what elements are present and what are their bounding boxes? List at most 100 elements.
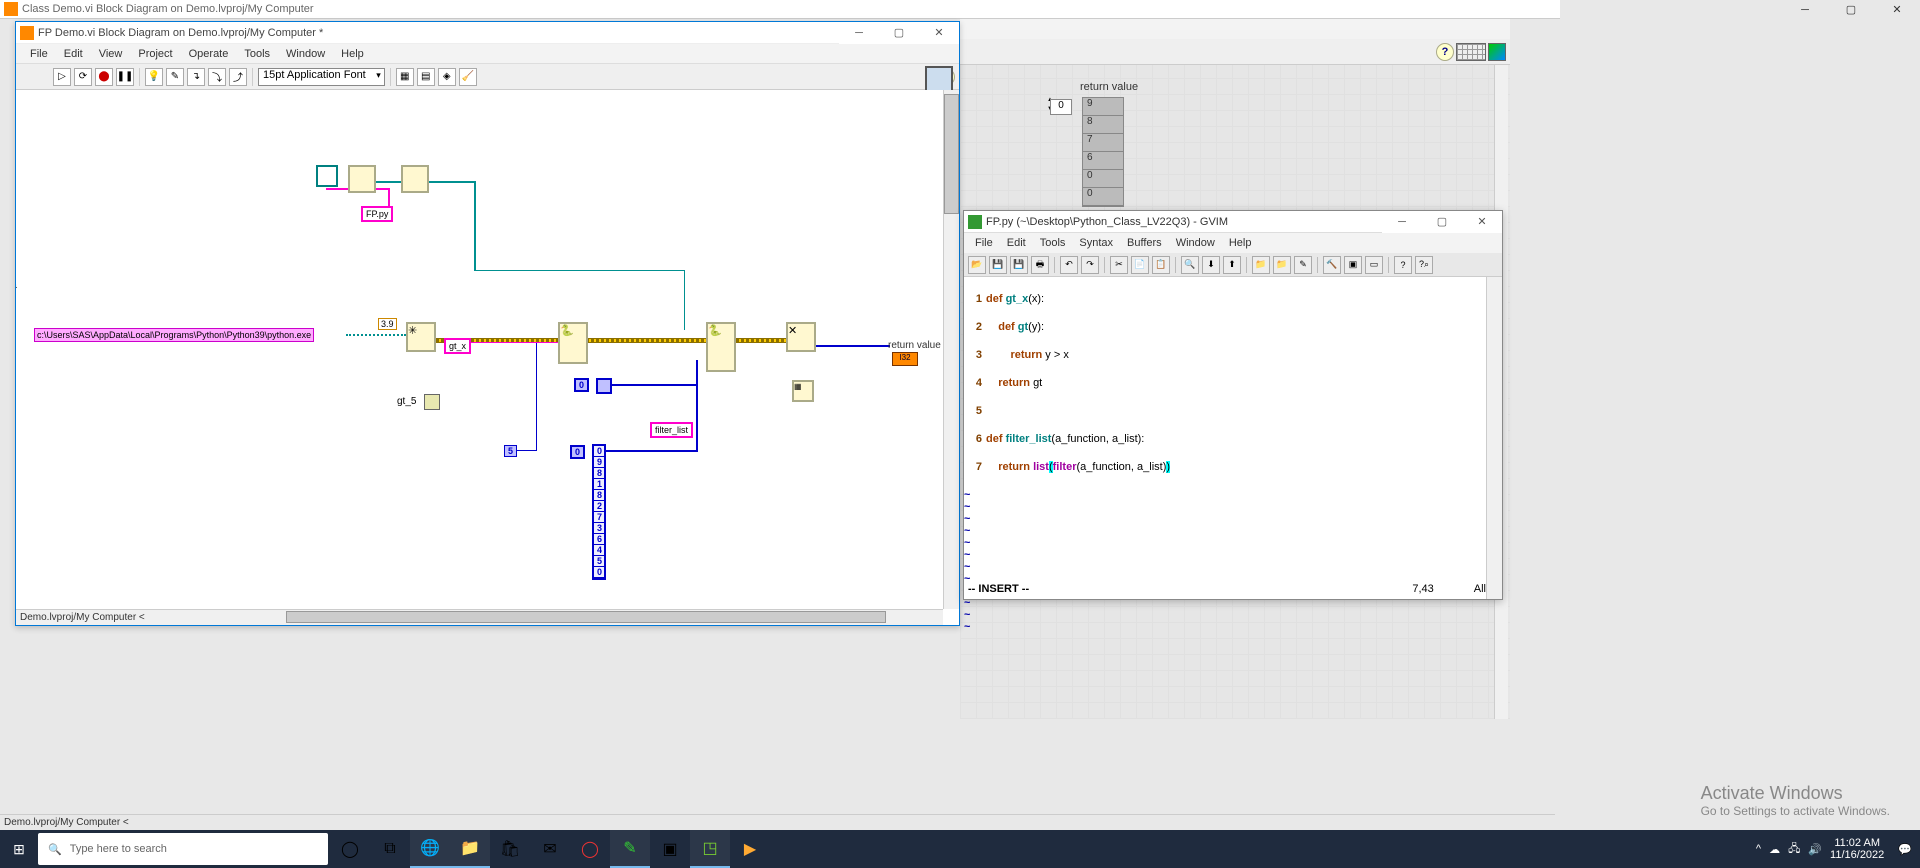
gvim-minimize-button[interactable]: ─ [1382, 211, 1422, 233]
media-icon[interactable]: ▶ [730, 830, 770, 868]
array-type-indicator[interactable] [596, 378, 612, 394]
open-python-session-node[interactable]: ✳ [406, 322, 436, 352]
reorder-button[interactable]: ◈ [438, 68, 456, 86]
gvim-menu-file[interactable]: File [968, 235, 1000, 251]
gvim-menu-syntax[interactable]: Syntax [1072, 235, 1120, 251]
gvim-save-icon[interactable]: 💾 [989, 256, 1007, 274]
gvim-find-prev-icon[interactable]: ⬆ [1223, 256, 1241, 274]
cortana-icon[interactable]: ◯ [330, 830, 370, 868]
close-python-session-node[interactable]: ✕ [786, 322, 816, 352]
step-out-button[interactable]: ⤴ [229, 68, 247, 86]
gvim-menu-window[interactable]: Window [1169, 235, 1222, 251]
gvim-print-icon[interactable]: 🖶 [1031, 256, 1049, 274]
store-icon[interactable]: 🛍 [490, 830, 530, 868]
gvim-find-icon[interactable]: 🔍 [1181, 256, 1199, 274]
fp-array-index[interactable]: 0 [1050, 99, 1072, 115]
task-view-icon[interactable]: ⧉ [370, 830, 410, 868]
array2-idx[interactable]: 0 [570, 445, 585, 459]
gvim-editor[interactable]: 1def gt_x(x): 2 def gt(y): 3 return y > … [964, 277, 1486, 599]
lv-scrollbar-horizontal[interactable] [16, 609, 943, 625]
cluster-unbundle-node[interactable]: ▦ [792, 380, 814, 402]
gvim-menu-edit[interactable]: Edit [1000, 235, 1033, 251]
python-open-session-node[interactable] [401, 165, 429, 193]
gvim-help-icon[interactable]: ? [1394, 256, 1412, 274]
menu-edit[interactable]: Edit [56, 46, 91, 62]
edge-icon[interactable]: 🌐 [410, 830, 450, 868]
gvim-script-icon[interactable]: ✎ [1294, 256, 1312, 274]
terminal-icon[interactable]: ▣ [650, 830, 690, 868]
bg-maximize-button[interactable]: ▢ [1828, 0, 1874, 19]
menu-tools[interactable]: Tools [236, 46, 278, 62]
gvim-copy-icon[interactable]: 📄 [1131, 256, 1149, 274]
bg-close-button[interactable]: ✕ [1874, 0, 1920, 19]
gvim-menu-help[interactable]: Help [1222, 235, 1259, 251]
tray-volume-icon[interactable]: 🔊 [1808, 843, 1822, 856]
menu-view[interactable]: View [91, 46, 131, 62]
menu-help[interactable]: Help [333, 46, 372, 62]
gvim-open-icon[interactable]: 📂 [968, 256, 986, 274]
path-constant-node[interactable] [316, 165, 338, 187]
lv-titlebar[interactable]: FP Demo.vi Block Diagram on Demo.lvproj/… [16, 22, 959, 44]
gvim-findhelp-icon[interactable]: ?⌕ [1415, 256, 1433, 274]
build-path-node[interactable] [348, 165, 376, 193]
gvim-menu-tools[interactable]: Tools [1033, 235, 1073, 251]
gvim-maximize-button[interactable]: ▢ [1422, 211, 1462, 233]
retain-wire-button[interactable]: ✎ [166, 68, 184, 86]
gvim-task-icon[interactable]: ✎ [610, 830, 650, 868]
fp-grid-icon[interactable] [1456, 43, 1486, 61]
cleanup-button[interactable]: 🧹 [459, 68, 477, 86]
run-button[interactable]: ▷ [53, 68, 71, 86]
gvim-save-session-icon[interactable]: 📁 [1273, 256, 1291, 274]
block-diagram-canvas[interactable]: FP.py Da c:\Users\SAS\AppData\Local\Prog… [16, 90, 959, 607]
gvim-redo-icon[interactable]: ↷ [1081, 256, 1099, 274]
gvim-make-icon[interactable]: 🔨 [1323, 256, 1341, 274]
abort-button[interactable]: ⬤ [95, 68, 113, 86]
step-over-button[interactable]: ⤵ [208, 68, 226, 86]
gvim-shell-icon[interactable]: ▣ [1344, 256, 1362, 274]
python-node-filter_list[interactable]: 🐍 [706, 322, 736, 372]
py-version[interactable]: 3.9 [378, 318, 397, 330]
explorer-icon[interactable]: 📁 [450, 830, 490, 868]
highlight-button[interactable]: 💡 [145, 68, 163, 86]
gvim-titlebar[interactable]: FP.py (~\Desktop\Python_Class_LV22Q3) - … [964, 211, 1502, 233]
return-value-indicator[interactable]: I32 [892, 352, 918, 366]
fp-py-string[interactable]: FP.py [361, 206, 393, 222]
numeric-5[interactable]: 5 [504, 445, 517, 457]
gvim-scrollbar[interactable] [1486, 277, 1502, 599]
filter_list-string[interactable]: filter_list [650, 422, 693, 438]
gvim-undo-icon[interactable]: ↶ [1060, 256, 1078, 274]
gvim-load-session-icon[interactable]: 📁 [1252, 256, 1270, 274]
gvim-ctags-icon[interactable]: ▭ [1365, 256, 1383, 274]
gvim-close-button[interactable]: ✕ [1462, 211, 1502, 233]
tray-chevron-icon[interactable]: ^ [1756, 843, 1761, 855]
distribute-button[interactable]: ▤ [417, 68, 435, 86]
opera-icon[interactable]: ◯ [570, 830, 610, 868]
run-continuous-button[interactable]: ⟳ [74, 68, 92, 86]
gvim-saveall-icon[interactable]: 💾 [1010, 256, 1028, 274]
gvim-menu-buffers[interactable]: Buffers [1120, 235, 1169, 251]
mail-icon[interactable]: ✉ [530, 830, 570, 868]
fp-help-icon[interactable]: ? [1436, 43, 1454, 61]
gt_x-string[interactable]: gt_x [444, 338, 471, 354]
array-idx-0[interactable]: 0 [574, 378, 589, 392]
gvim-find-next-icon[interactable]: ⬇ [1202, 256, 1220, 274]
font-selector[interactable]: 15pt Application Font [258, 68, 385, 86]
lv-scrollbar-vertical[interactable] [943, 90, 959, 609]
step-into-button[interactable]: ↴ [187, 68, 205, 86]
lv-minimize-button[interactable]: ─ [839, 22, 879, 44]
lv-close-button[interactable]: ✕ [919, 22, 959, 44]
menu-operate[interactable]: Operate [181, 46, 237, 62]
gvim-paste-icon[interactable]: 📋 [1152, 256, 1170, 274]
python-path-string[interactable]: c:\Users\SAS\AppData\Local\Programs\Pyth… [34, 328, 314, 342]
pause-button[interactable]: ❚❚ [116, 68, 134, 86]
array-constant[interactable]: 0 9 8 1 8 2 7 3 6 4 5 0 [592, 444, 606, 580]
lv-maximize-button[interactable]: ▢ [879, 22, 919, 44]
fp-paint-icon[interactable] [1488, 43, 1506, 61]
tray-notifications-icon[interactable]: 💬 [1898, 843, 1912, 856]
align-button[interactable]: ▦ [396, 68, 414, 86]
tray-network-icon[interactable]: 🖧 [1788, 840, 1800, 859]
labview-task-icon[interactable]: ◳ [690, 830, 730, 868]
bg-minimize-button[interactable]: ─ [1782, 0, 1828, 19]
menu-project[interactable]: Project [130, 46, 180, 62]
gt_5-ref-node[interactable] [424, 394, 440, 410]
